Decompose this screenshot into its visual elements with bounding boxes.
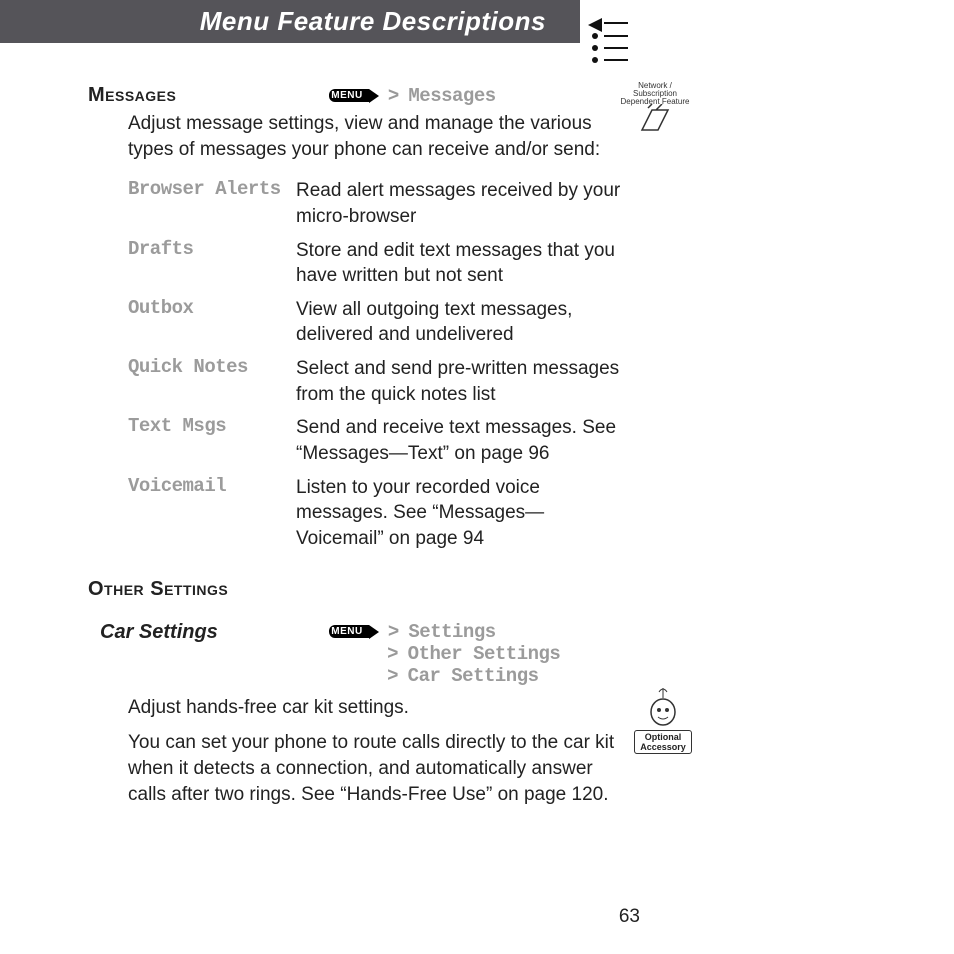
car-path-2: Other Settings [408, 643, 561, 665]
breadcrumb-separator: > [388, 85, 399, 106]
table-row: VoicemailListen to your recorded voice m… [128, 471, 628, 556]
list-bullet-icon [588, 18, 630, 58]
menu-key-icon: MENU [329, 625, 368, 638]
page-header: Menu Feature Descriptions [0, 0, 580, 43]
desc: Select and send pre-written messages fro… [296, 352, 628, 411]
car-path-3: Car Settings [408, 665, 539, 687]
page-number: 63 [0, 906, 640, 928]
table-row: OutboxView all outgoing text messages, d… [128, 293, 628, 352]
car-settings-p2: You can set your phone to route calls di… [128, 730, 628, 807]
desc: Send and receive text messages. See “Mes… [296, 411, 628, 470]
term: Text Msgs [128, 411, 296, 470]
term: Quick Notes [128, 352, 296, 411]
table-row: Browser AlertsRead alert messages receiv… [128, 174, 628, 233]
term: Browser Alerts [128, 174, 296, 233]
menu-key-icon: MENU [329, 89, 368, 102]
desc: View all outgoing text messages, deliver… [296, 293, 628, 352]
table-row: DraftsStore and edit text messages that … [128, 234, 628, 293]
messages-heading: Messages [88, 84, 324, 107]
messages-intro: Adjust message settings, view and manage… [128, 111, 628, 162]
car-settings-heading-row: Car Settings MENU > Settings > Other Set… [88, 621, 628, 687]
other-settings-heading: Other Settings [88, 578, 628, 601]
page-title: Menu Feature Descriptions [200, 6, 580, 36]
term: Drafts [128, 234, 296, 293]
car-path-1: Settings [408, 621, 495, 643]
car-settings-p1: Adjust hands-free car kit settings. [128, 695, 628, 721]
messages-path: Messages [408, 85, 495, 107]
breadcrumb-separator: > [387, 665, 398, 686]
breadcrumb-separator: > [388, 621, 399, 642]
term: Outbox [128, 293, 296, 352]
desc: Store and edit text messages that you ha… [296, 234, 628, 293]
optional-accessory-icon: Optional Accessory [634, 686, 692, 756]
desc: Read alert messages received by your mic… [296, 174, 628, 233]
network-dependent-icon: Network / Subscription Dependent Feature [620, 82, 690, 152]
car-settings-label: Car Settings [100, 621, 324, 644]
table-row: Text MsgsSend and receive text messages.… [128, 411, 628, 470]
term: Voicemail [128, 471, 296, 556]
messages-heading-row: Messages MENU > Messages [88, 84, 628, 107]
desc: Listen to your recorded voice messages. … [296, 471, 628, 556]
table-row: Quick NotesSelect and send pre-written m… [128, 352, 628, 411]
messages-definition-list: Browser AlertsRead alert messages receiv… [128, 174, 628, 555]
breadcrumb-separator: > [387, 643, 398, 664]
